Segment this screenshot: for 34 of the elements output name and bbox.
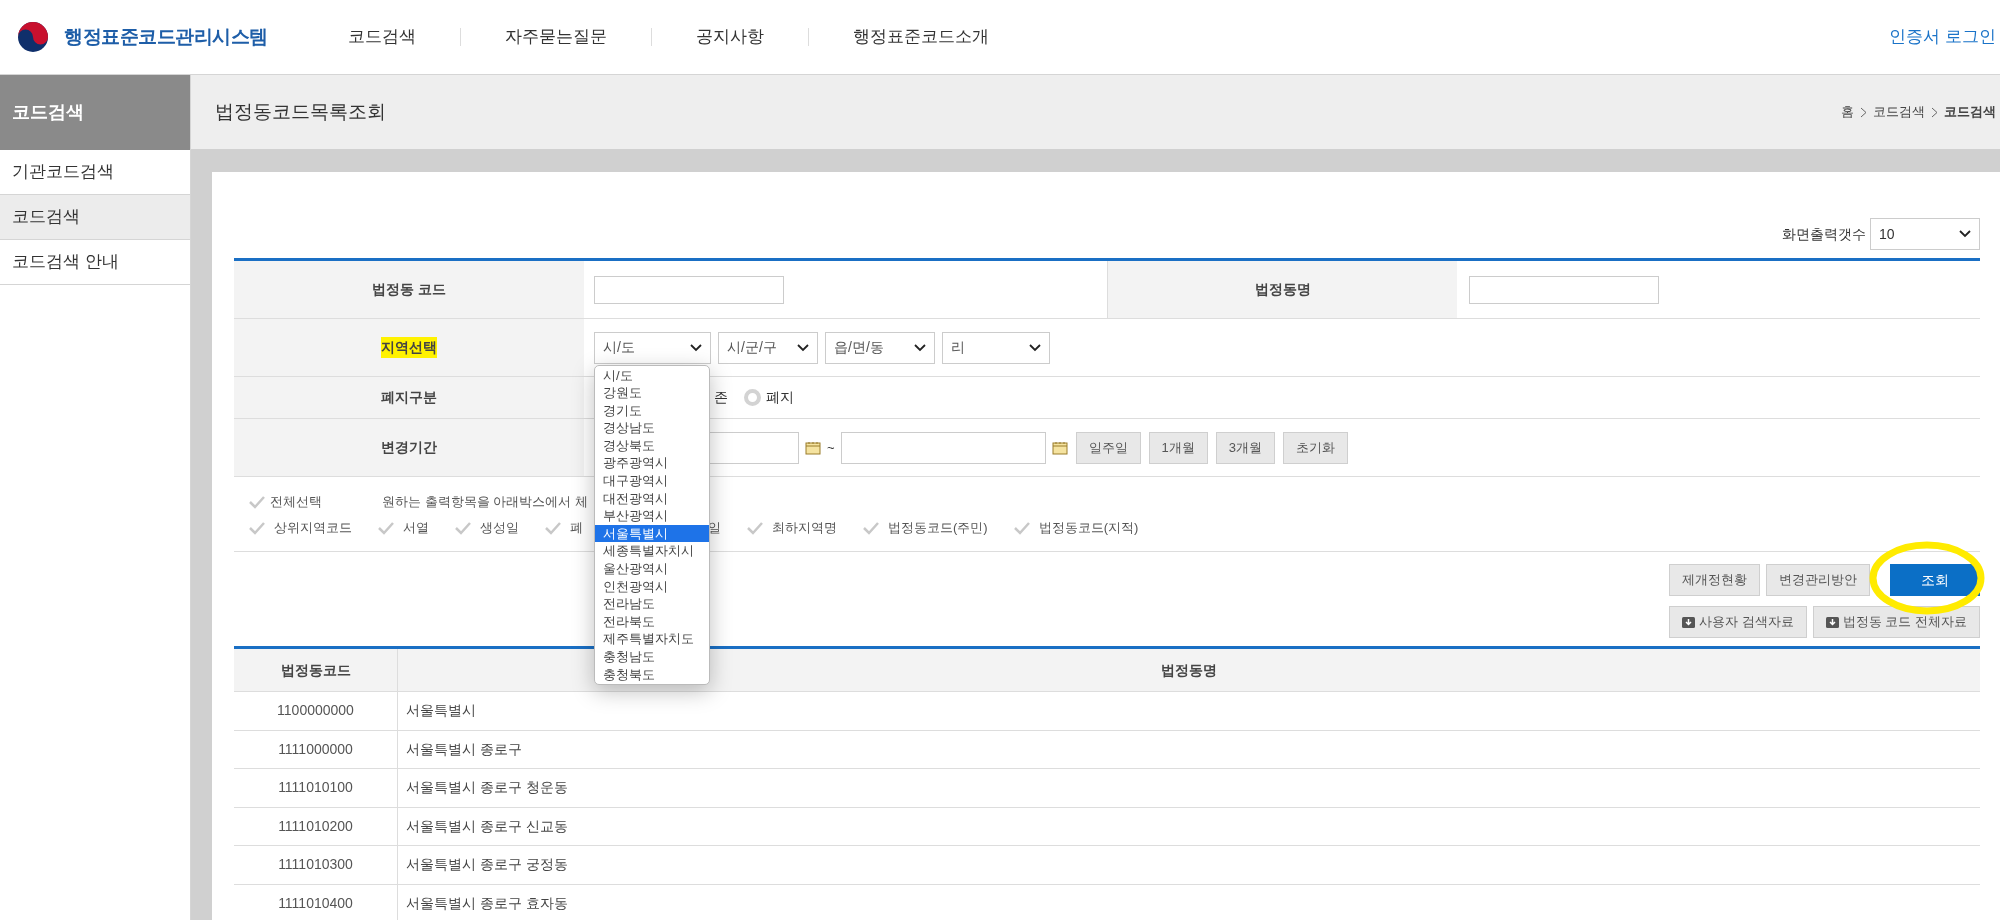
radio-label: 존 (714, 388, 728, 407)
table-cell: 서울특별시 종로구 궁정동 (397, 846, 1980, 884)
table-cell-text: 1111010300 (277, 855, 354, 875)
table-cell-text: 1111000000 (277, 739, 354, 759)
table-cell-text: 1100000000 (276, 701, 355, 721)
field-label: 법정동 코드 (234, 261, 584, 318)
checkbox-label: 상위지역코드 (274, 519, 352, 538)
table-cell-text: 1111010200 (277, 816, 354, 836)
checkbox-label: 전체선택 (270, 493, 322, 512)
field-label: 법정동명 (1107, 261, 1457, 318)
hint-text: 원하는 출력항목을 아래박스에서 체 (382, 493, 588, 512)
radio-label: 폐지 (766, 388, 794, 407)
column-header: 법정동코드 (279, 660, 352, 680)
table-cell-text: 1111010100 (277, 778, 354, 798)
checkbox-label: 생성일 (480, 519, 519, 538)
sidebar-title: 코드검색 (0, 75, 190, 150)
table-cell: 서울특별시 종로구 효자동 (397, 884, 1980, 920)
checkbox-label: 서열 (403, 519, 429, 538)
range-separator: ~ (827, 438, 835, 457)
table-cell-text: 1111010400 (277, 893, 354, 913)
checkbox-label: 최하지역명 (772, 519, 837, 538)
table-cell: 서울특별시 종로구 (397, 730, 1980, 768)
checkbox-label: 법정동코드(주민) (888, 519, 988, 538)
field-label: 폐지구분 (234, 377, 584, 418)
page-size-label: 화면출력갯수 (1782, 224, 1866, 244)
table-cell: 서울특별시 (397, 692, 1980, 730)
page-title: 법정동코드목록조회 (215, 99, 386, 124)
table-cell: 서울특별시 종로구 청운동 (397, 769, 1980, 807)
checkbox-label: 폐 (570, 519, 583, 538)
field-label: 지역선택 (381, 337, 437, 358)
field-label: 변경기간 (234, 419, 584, 476)
checkbox-label: 법정동코드(지적) (1038, 519, 1139, 538)
table-cell: 서울특별시 종로구 신교동 (397, 807, 1980, 845)
breadcrumb-item: 코드검색 (1944, 103, 1996, 122)
